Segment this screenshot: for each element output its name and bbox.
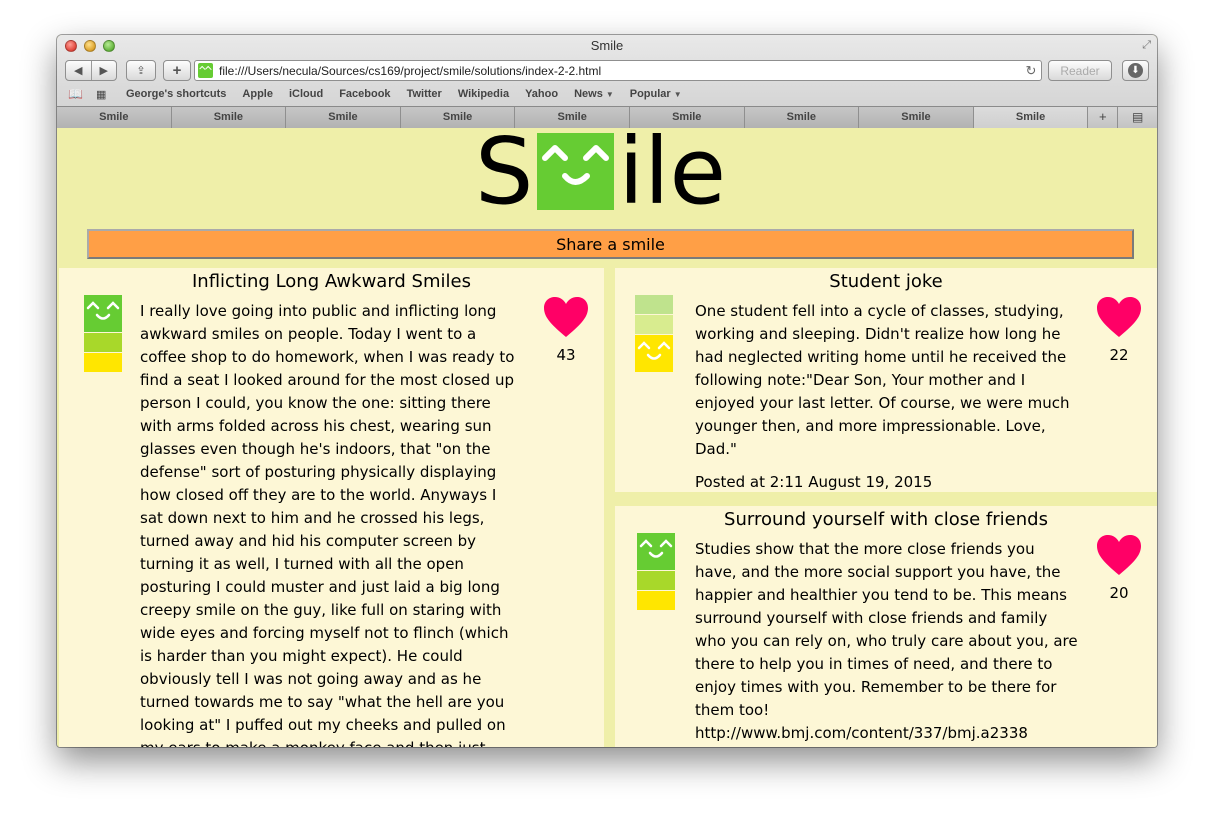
post-card: Student joke One student fell into a cyc… [615, 268, 1157, 492]
new-tab-button[interactable]: + [1088, 107, 1119, 128]
downloads-button[interactable]: ⬇ [1122, 60, 1149, 81]
like-count: 20 [1109, 584, 1129, 602]
tab-bar: Smile Smile Smile Smile Smile Smile Smil… [57, 106, 1157, 128]
happiness-meter [84, 295, 122, 373]
post-timestamp: Posted at 2:11 August 19, 2015 [695, 473, 933, 491]
tab[interactable]: Smile [515, 107, 630, 128]
heart-icon[interactable] [543, 296, 589, 338]
chevron-down-icon: ▼ [605, 90, 614, 99]
logo-text-left: S [475, 129, 534, 225]
bookmark-twitter[interactable]: Twitter [407, 88, 442, 100]
happiness-meter [635, 295, 673, 373]
smile-face-icon [537, 133, 615, 210]
browser-window: Smile ⤢ ◀ ▶ ⇪ + file:///Users/necula/Sou… [57, 35, 1157, 747]
bookmark-apple[interactable]: Apple [242, 88, 273, 100]
post-body: I really love going into public and infl… [140, 302, 515, 747]
share-a-smile-button[interactable]: Share a smile [87, 229, 1134, 259]
meter-segment [637, 571, 675, 590]
tab[interactable]: Smile [629, 107, 745, 128]
plus-icon: + [172, 62, 182, 79]
reader-button[interactable]: Reader [1048, 60, 1112, 81]
tab-active[interactable]: Smile [973, 107, 1089, 128]
share-icon: ⇪ [136, 65, 146, 77]
like-control: 20 [1094, 534, 1144, 602]
heart-icon[interactable] [1096, 534, 1142, 576]
bookmark-news-menu[interactable]: News ▼ [574, 88, 614, 100]
top-sites-icon[interactable]: ▦ [96, 88, 112, 101]
reload-icon[interactable]: ↻ [1021, 63, 1041, 79]
happiness-meter [637, 533, 675, 611]
bookmark-yahoo[interactable]: Yahoo [525, 88, 558, 100]
post-title: Surround yourself with close friends [724, 509, 1048, 530]
post-card: Inflicting Long Awkward Smiles I really … [59, 268, 604, 747]
bookmark-wikipedia[interactable]: Wikipedia [458, 88, 509, 100]
smile-face-icon [637, 533, 675, 570]
tab[interactable]: Smile [744, 107, 860, 128]
logo-text-right: ile [618, 129, 727, 225]
meter-segment [84, 353, 122, 372]
bookmark-label: Popular [629, 88, 671, 100]
url-text[interactable]: file:///Users/necula/Sources/cs169/proje… [219, 64, 1021, 78]
like-control: 22 [1094, 296, 1144, 364]
back-forward-buttons: ◀ ▶ [65, 60, 117, 81]
post-title: Inflicting Long Awkward Smiles [192, 271, 471, 292]
reading-list-icon[interactable]: 📖 [68, 87, 86, 101]
bookmarks-bar: 📖 ▦ George's shortcuts Apple iCloud Face… [57, 85, 1157, 103]
bookmark-facebook[interactable]: Facebook [339, 88, 390, 100]
like-count: 22 [1109, 346, 1129, 364]
download-icon: ⬇ [1128, 63, 1143, 78]
meter-segment [635, 315, 673, 334]
smile-face-icon [84, 295, 122, 332]
forward-icon[interactable]: ▶ [91, 64, 116, 77]
tab-overview-icon[interactable]: ▤ [1118, 107, 1157, 128]
tab[interactable]: Smile [859, 107, 974, 128]
like-control: 43 [541, 296, 591, 364]
smile-favicon-icon [198, 63, 213, 78]
browser-chrome: Smile ⤢ ◀ ▶ ⇪ + file:///Users/necula/Sou… [57, 35, 1157, 128]
tab[interactable]: Smile [57, 107, 172, 128]
meter-segment [635, 295, 673, 314]
tab[interactable]: Smile [400, 107, 516, 128]
window-title: Smile [590, 38, 624, 53]
tab[interactable]: Smile [286, 107, 401, 128]
meter-segment [637, 591, 675, 610]
post-card: Surround yourself with close friends Stu… [615, 506, 1157, 747]
back-icon[interactable]: ◀ [66, 64, 91, 77]
add-bookmark-button[interactable]: + [163, 60, 191, 81]
post-title: Student joke [829, 271, 943, 292]
bookmark-popular-menu[interactable]: Popular ▼ [630, 88, 682, 100]
post-body: One student fell into a cycle of classes… [695, 302, 1070, 458]
share-button[interactable]: ⇪ [126, 60, 156, 81]
bookmark-georges-shortcuts[interactable]: George's shortcuts [126, 88, 226, 100]
heart-icon[interactable] [1096, 296, 1142, 338]
page-content: S ile Share a smile Inflicting Long Awkw… [57, 129, 1157, 747]
address-bar[interactable]: file:///Users/necula/Sources/cs169/proje… [194, 60, 1042, 81]
bookmark-icloud[interactable]: iCloud [289, 88, 323, 100]
post-body: Studies show that the more close friends… [695, 540, 1078, 742]
tab[interactable]: Smile [171, 107, 287, 128]
fullscreen-icon[interactable]: ⤢ [1142, 39, 1151, 52]
meter-segment [84, 333, 122, 352]
chevron-down-icon: ▼ [673, 90, 682, 99]
smile-face-icon [635, 335, 673, 372]
like-count: 43 [556, 346, 576, 364]
bookmark-label: News [574, 88, 603, 100]
smile-logo: S ile [475, 129, 727, 225]
